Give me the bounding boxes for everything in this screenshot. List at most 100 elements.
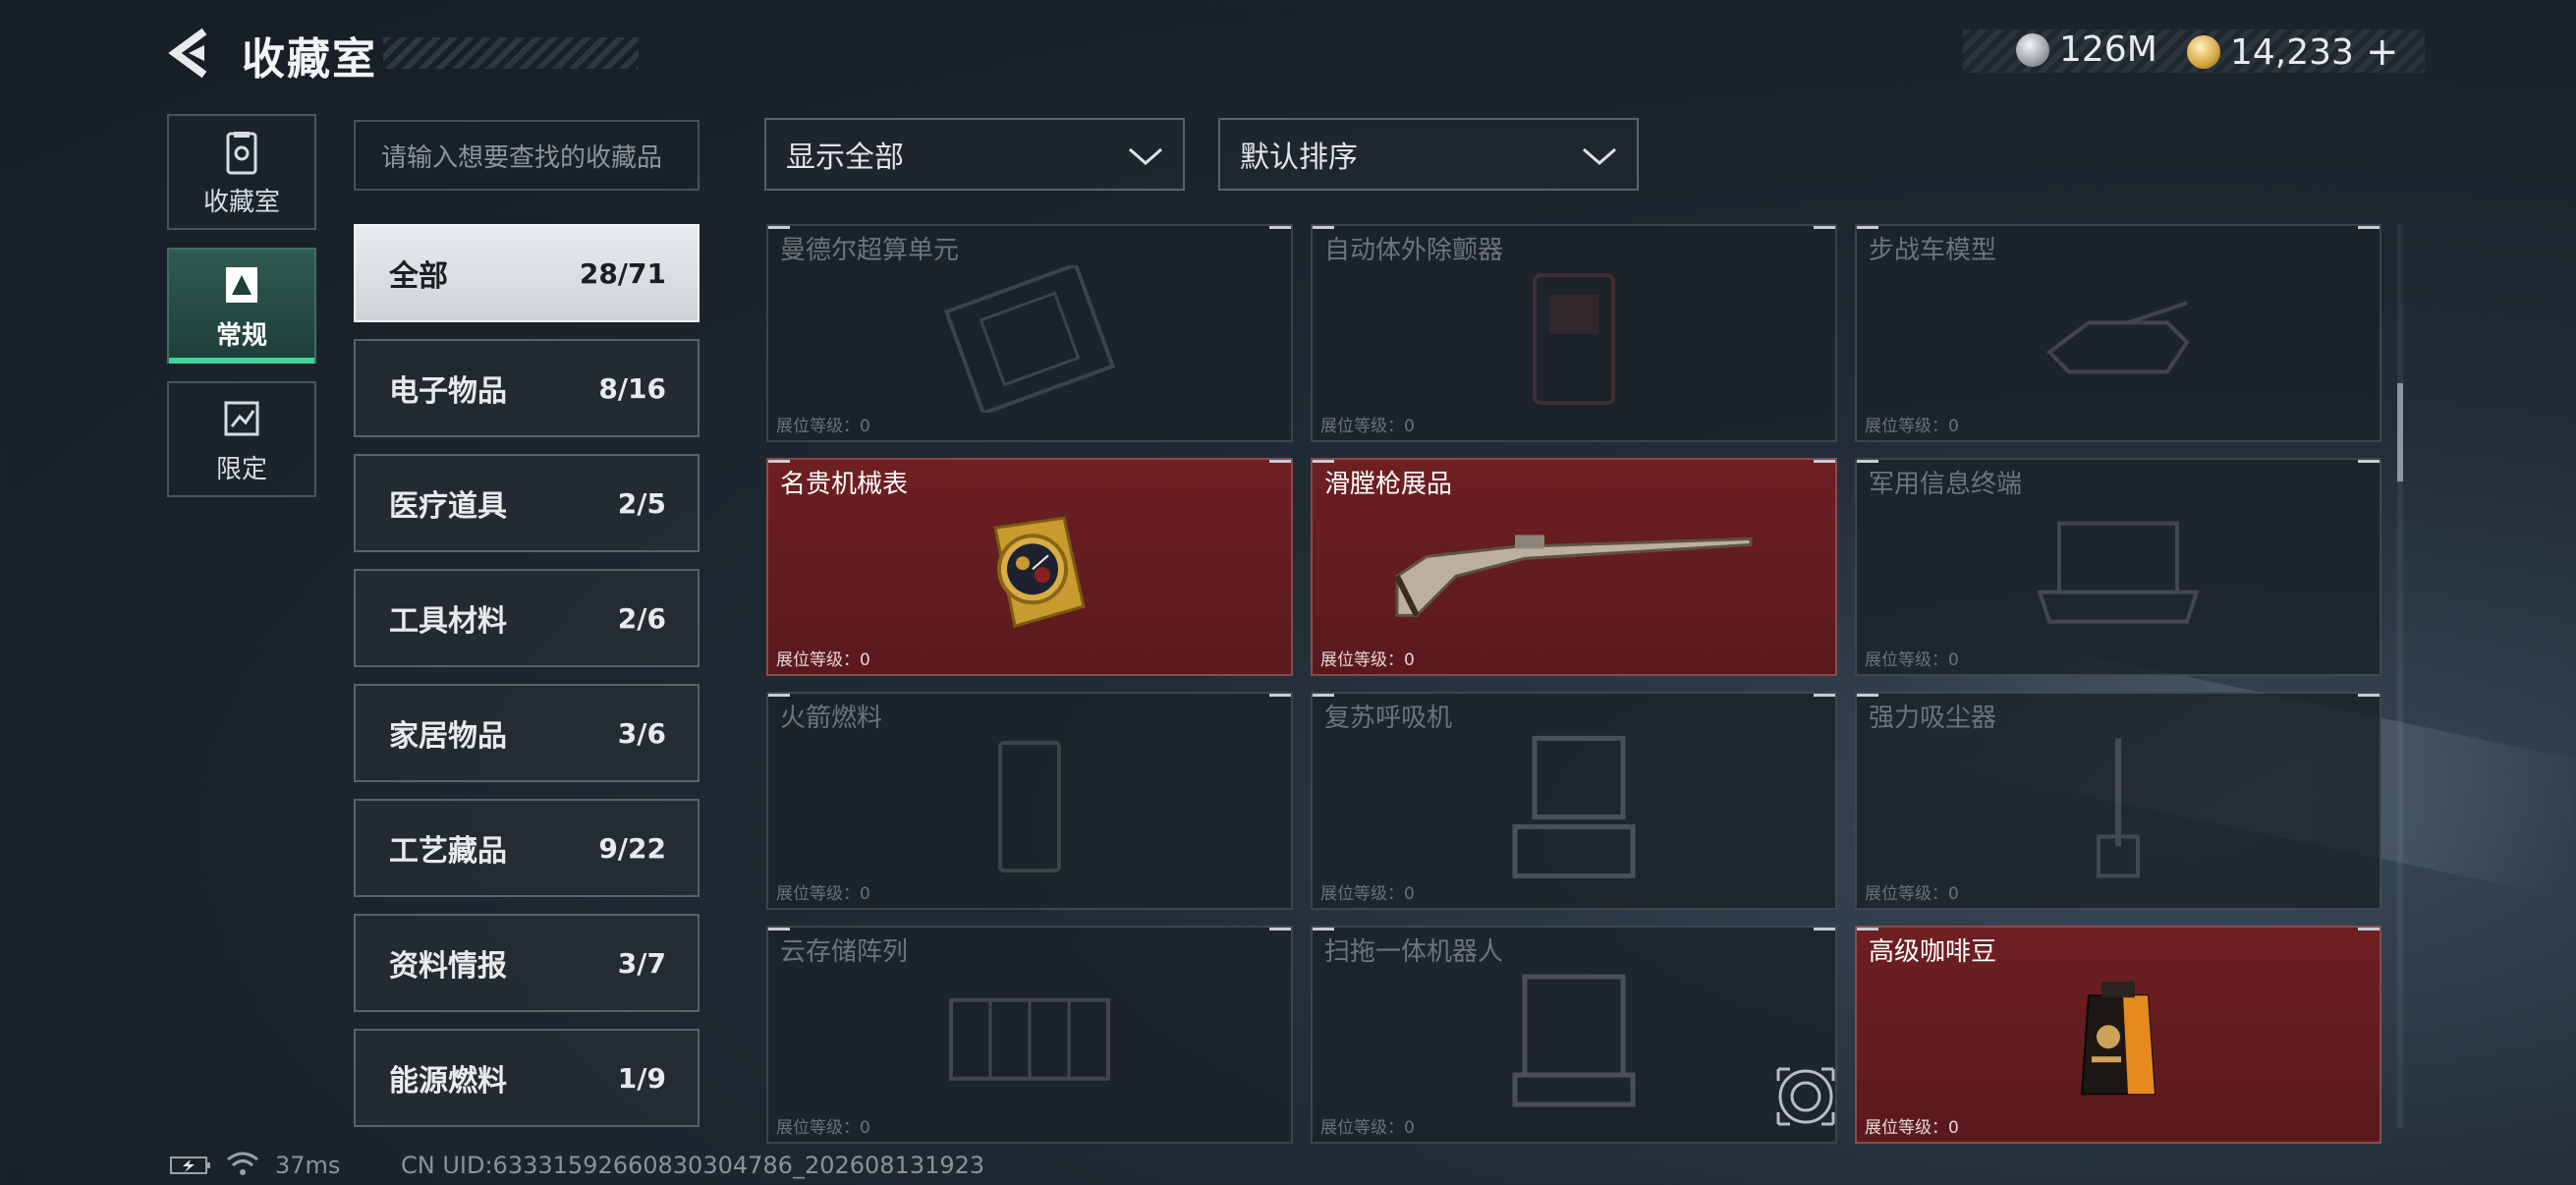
- sidebar-tab-collection-room[interactable]: 收藏室: [167, 114, 316, 230]
- item-level: 展位等级：0: [1320, 1118, 1415, 1138]
- sidebar-tab-label: 常规: [215, 321, 267, 351]
- item-name: 自动体外除颤器: [1324, 236, 1504, 265]
- collectible-card[interactable]: 云存储阵列 展位等级：0: [766, 926, 1293, 1144]
- display-filter-value: 显示全部: [786, 141, 904, 175]
- category-name: 资料情报: [389, 949, 507, 984]
- category-count: 28/71: [579, 256, 666, 290]
- collectible-card[interactable]: 高级咖啡豆 展位等级：0: [1855, 926, 2381, 1144]
- item-level: 展位等级：0: [1320, 884, 1415, 904]
- ventilator-image: [1512, 735, 1636, 878]
- item-level: 展位等级：0: [776, 1118, 870, 1138]
- currency-gold-value: 14,233: [2230, 31, 2354, 73]
- sidebar-tab-regular[interactable]: 常规: [167, 248, 316, 364]
- collectible-card[interactable]: 曼德尔超算单元 展位等级：0: [766, 224, 1293, 442]
- sidebar-tab-label: 限定: [215, 455, 267, 484]
- luxury-watch-image: [993, 516, 1086, 629]
- add-currency-button[interactable]: +: [2366, 29, 2399, 75]
- item-level: 展位等级：0: [1320, 650, 1415, 670]
- collectible-card[interactable]: 军用信息终端 展位等级：0: [1855, 458, 2381, 676]
- page-title: 收藏室: [242, 34, 377, 85]
- military-terminal-image: [2037, 521, 2200, 624]
- item-level: 展位等级：0: [1865, 417, 1959, 436]
- scrollbar-thumb[interactable]: [2397, 383, 2403, 481]
- item-level: 展位等级：0: [1320, 417, 1415, 436]
- category-count: 2/6: [617, 601, 666, 635]
- currency-silver: 126M: [2016, 29, 2157, 70]
- collectible-card[interactable]: 扫拖一体机器人 展位等级：0: [1311, 926, 1837, 1144]
- coffee-beans-image: [2080, 982, 2156, 1096]
- collectible-card[interactable]: 步战车模型 展位等级：0: [1855, 224, 2381, 442]
- search-input[interactable]: 请输入想要查找的收藏品: [354, 120, 700, 191]
- category-medical[interactable]: 医疗道具 2/5: [354, 454, 700, 552]
- category-all[interactable]: 全部 28/71: [354, 224, 700, 322]
- category-name: 医疗道具: [389, 489, 507, 524]
- sort-value: 默认排序: [1240, 141, 1358, 175]
- category-crafts[interactable]: 工艺藏品 9/22: [354, 799, 700, 897]
- item-name: 军用信息终端: [1869, 470, 2023, 499]
- sidebar-tab-label: 收藏室: [202, 188, 280, 217]
- ifv-model-image: [2045, 301, 2190, 374]
- item-level: 展位等级：0: [1865, 1118, 1959, 1138]
- silver-coin-icon: [2016, 32, 2049, 67]
- category-name: 电子物品: [389, 374, 507, 409]
- category-home[interactable]: 家居物品 3/6: [354, 684, 700, 782]
- ping-value: 37ms: [275, 1152, 341, 1179]
- category-name: 家居物品: [389, 719, 507, 754]
- chevron-down-icon: [1583, 147, 1616, 165]
- musket-image: [1394, 535, 1753, 617]
- sort-dropdown[interactable]: 默认排序: [1218, 118, 1639, 191]
- item-level: 展位等级：0: [776, 650, 870, 670]
- chevron-down-icon: [1129, 147, 1162, 165]
- supercomputer-unit-image: [943, 265, 1116, 413]
- item-name: 名贵机械表: [780, 470, 909, 499]
- item-name: 强力吸尘器: [1869, 704, 1997, 733]
- cloud-storage-array-image: [949, 997, 1110, 1081]
- vacuum-cleaner-image: [2097, 738, 2140, 878]
- item-name: 步战车模型: [1869, 236, 1997, 265]
- gold-coin-icon: [2187, 35, 2220, 69]
- limited-icon: [224, 401, 259, 436]
- collectible-card[interactable]: 强力吸尘器 展位等级：0: [1855, 692, 2381, 910]
- defibrillator-image: [1533, 273, 1615, 405]
- back-arrow-icon[interactable]: [165, 24, 224, 83]
- item-level: 展位等级：0: [776, 884, 870, 904]
- item-name: 曼德尔超算单元: [780, 236, 960, 265]
- category-count: 8/16: [598, 371, 666, 405]
- collectible-card[interactable]: 自动体外除颤器 展位等级：0: [1311, 224, 1837, 442]
- user-uid: CN UID:6333159266083030478​6_20260813192…: [401, 1152, 985, 1179]
- category-count: 1/9: [617, 1061, 666, 1095]
- category-name: 能源燃料: [389, 1064, 507, 1099]
- item-name: 扫拖一体机器人: [1324, 937, 1504, 967]
- battery-icon: [170, 1157, 210, 1174]
- sidebar-tab-limited[interactable]: 限定: [167, 381, 316, 497]
- collectible-card[interactable]: 复苏呼吸机 展位等级：0: [1311, 692, 1837, 910]
- display-filter-dropdown[interactable]: 显示全部: [764, 118, 1185, 191]
- category-name: 工具材料: [389, 604, 507, 639]
- item-name: 滑膛枪展品: [1324, 470, 1453, 499]
- collectible-card[interactable]: 火箭燃料 展位等级：0: [766, 692, 1293, 910]
- collectible-card[interactable]: 名贵机械表 展位等级：0: [766, 458, 1293, 676]
- category-intel[interactable]: 资料情报 3/7: [354, 914, 700, 1012]
- item-level: 展位等级：0: [1865, 650, 1959, 670]
- category-electronics[interactable]: 电子物品 8/16: [354, 339, 700, 437]
- category-name: 工艺藏品: [389, 834, 507, 869]
- item-name: 高级咖啡豆: [1869, 937, 1997, 967]
- item-name: 复苏呼吸机: [1324, 704, 1453, 733]
- locate-target-icon[interactable]: [1774, 1065, 1837, 1128]
- collectible-card[interactable]: 滑膛枪展品 展位等级：0: [1311, 458, 1837, 676]
- category-tools[interactable]: 工具材料 2/6: [354, 569, 700, 667]
- mopping-robot-image: [1512, 974, 1636, 1107]
- scrollbar-track[interactable]: [2397, 224, 2403, 1128]
- title-decoration: [383, 37, 639, 69]
- wifi-icon: [227, 1152, 258, 1175]
- category-count: 3/6: [617, 716, 666, 750]
- regular-icon: [226, 267, 257, 303]
- category-count: 9/22: [598, 831, 666, 865]
- category-count: 3/7: [617, 946, 666, 980]
- item-name: 火箭燃料: [780, 704, 883, 733]
- item-level: 展位等级：0: [1865, 884, 1959, 904]
- item-name: 云存储阵列: [780, 937, 909, 967]
- category-count: 2/5: [617, 486, 666, 520]
- category-energy[interactable]: 能源燃料 1/9: [354, 1029, 700, 1127]
- rocket-fuel-image: [998, 741, 1061, 873]
